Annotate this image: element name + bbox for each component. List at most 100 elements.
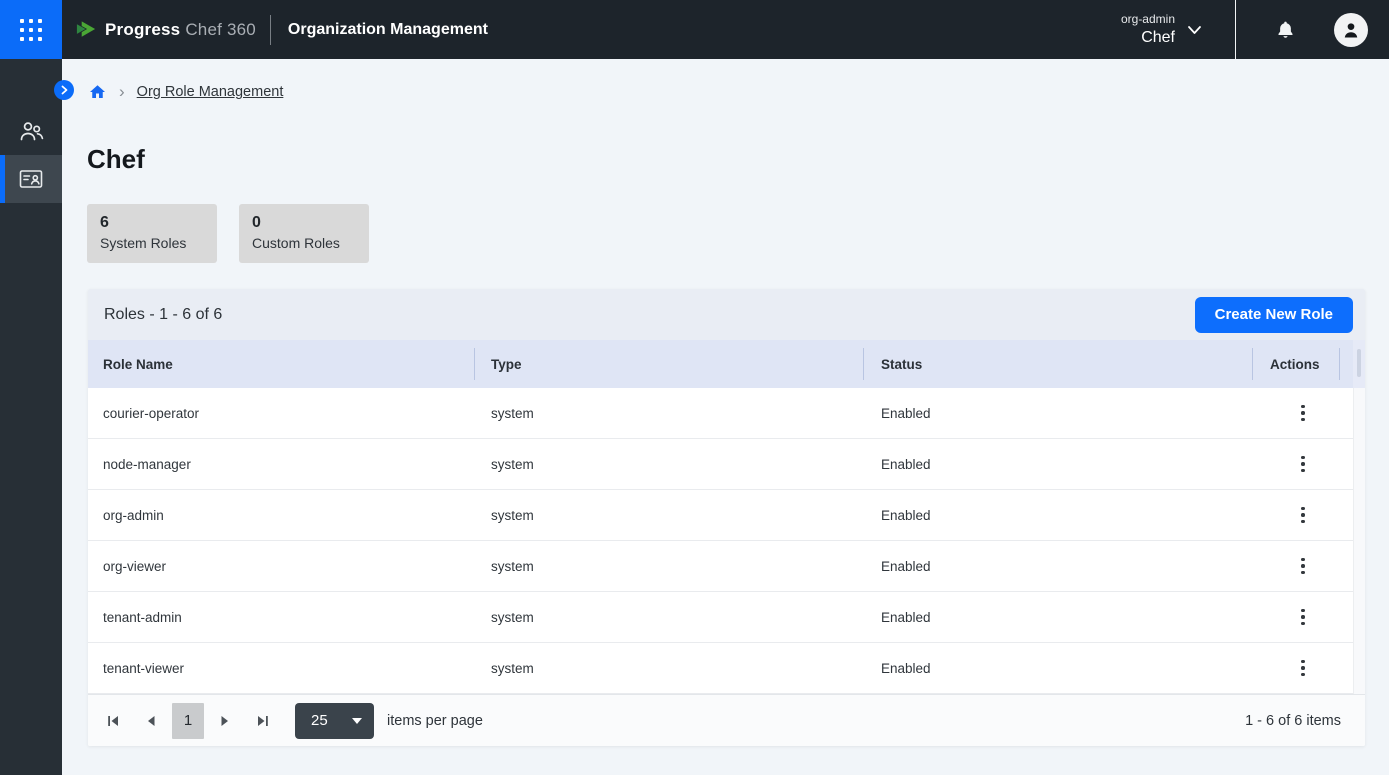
- dropdown-caret-icon: [352, 718, 362, 724]
- role-name-cell: node-manager: [88, 439, 475, 489]
- role-status-cell: Enabled: [864, 592, 1253, 642]
- row-actions-kebab-button[interactable]: [1289, 501, 1317, 529]
- app-launcher-button[interactable]: [0, 0, 62, 59]
- next-page-button[interactable]: [213, 709, 237, 733]
- last-page-button[interactable]: [251, 709, 275, 733]
- user-avatar-button[interactable]: [1334, 13, 1368, 47]
- custom-roles-label: Custom Roles: [252, 233, 356, 253]
- role-type-cell: system: [475, 541, 864, 591]
- page-title: Chef: [87, 144, 145, 175]
- org-switcher[interactable]: org-admin Chef: [1121, 11, 1202, 49]
- create-new-role-button[interactable]: Create New Role: [1195, 297, 1353, 333]
- brand-secondary: Chef 360: [185, 20, 256, 40]
- column-header-role-name: Role Name: [88, 340, 475, 388]
- roles-table-card: Roles - 1 - 6 of 6 Create New Role Role …: [88, 289, 1365, 746]
- row-actions-kebab-button[interactable]: [1289, 654, 1317, 682]
- chevron-right-icon: [60, 85, 69, 95]
- breadcrumb: › Org Role Management: [88, 83, 283, 101]
- user-avatar-icon: [1341, 20, 1361, 40]
- notifications-button[interactable]: [1273, 18, 1297, 42]
- column-header-type: Type: [475, 340, 864, 388]
- kebab-icon: [1301, 660, 1305, 664]
- app-title: Organization Management: [288, 21, 488, 39]
- previous-page-icon: [144, 714, 158, 728]
- table-row: tenant-viewer system Enabled: [88, 643, 1353, 694]
- role-status-cell: Enabled: [864, 439, 1253, 489]
- role-type-cell: system: [475, 490, 864, 540]
- users-icon: [18, 119, 45, 143]
- items-per-page-label: items per page: [387, 713, 483, 729]
- progress-logo-icon: [75, 18, 98, 42]
- home-icon[interactable]: [88, 83, 107, 101]
- system-roles-label: System Roles: [100, 233, 204, 253]
- page-size-dropdown[interactable]: 25: [295, 703, 374, 739]
- table-body: courier-operator system Enabled node-man…: [88, 388, 1353, 694]
- role-type-cell: system: [475, 643, 864, 693]
- page-number-button[interactable]: 1: [172, 703, 204, 739]
- table-row: courier-operator system Enabled: [88, 388, 1353, 439]
- kebab-icon: [1301, 456, 1305, 460]
- pagination-bar: 1 25 items per page 1 - 6 of 6 items: [88, 694, 1365, 746]
- top-bar: Progress Chef 360 Organization Managemen…: [0, 0, 1389, 59]
- role-type-cell: system: [475, 592, 864, 642]
- custom-roles-card: 0 Custom Roles: [239, 204, 369, 263]
- next-page-icon: [218, 714, 232, 728]
- sidebar-item-users[interactable]: [0, 107, 62, 155]
- role-type-cell: system: [475, 388, 864, 438]
- role-status-cell: Enabled: [864, 643, 1253, 693]
- system-roles-card: 6 System Roles: [87, 204, 217, 263]
- row-actions-kebab-button[interactable]: [1289, 450, 1317, 478]
- role-status-cell: Enabled: [864, 388, 1253, 438]
- table-title-bar: Roles - 1 - 6 of 6 Create New Role: [88, 289, 1365, 340]
- topbar-divider-2: [1235, 0, 1236, 59]
- table-row: tenant-admin system Enabled: [88, 592, 1353, 643]
- bell-icon: [1274, 18, 1297, 42]
- row-actions-kebab-button[interactable]: [1289, 552, 1317, 580]
- table-title: Roles - 1 - 6 of 6: [104, 306, 222, 324]
- previous-page-button[interactable]: [139, 709, 163, 733]
- brand-logo: Progress Chef 360: [75, 18, 256, 42]
- role-name-cell: org-viewer: [88, 541, 475, 591]
- org-name-label: Chef: [1141, 27, 1175, 49]
- column-header-actions: Actions: [1253, 340, 1340, 388]
- table-row: org-admin system Enabled: [88, 490, 1353, 541]
- app-root: { "header": { "brand_primary": "Progress…: [0, 0, 1389, 775]
- scrollbar-thumb[interactable]: [1357, 349, 1361, 377]
- table-scrollbar[interactable]: [1353, 340, 1365, 694]
- kebab-icon: [1301, 507, 1305, 511]
- table-row: org-viewer system Enabled: [88, 541, 1353, 592]
- role-status-cell: Enabled: [864, 541, 1253, 591]
- sidebar-item-roles[interactable]: [0, 155, 62, 203]
- stats-row: 6 System Roles 0 Custom Roles: [87, 204, 369, 263]
- sidebar-expand-button[interactable]: [54, 80, 74, 100]
- sidebar: [0, 59, 62, 775]
- role-status-cell: Enabled: [864, 490, 1253, 540]
- row-actions-kebab-button[interactable]: [1289, 603, 1317, 631]
- first-page-button[interactable]: [101, 709, 125, 733]
- brand-primary: Progress: [105, 20, 180, 40]
- row-actions-kebab-button[interactable]: [1289, 399, 1317, 427]
- page-size-value: 25: [311, 712, 352, 729]
- table-row: node-manager system Enabled: [88, 439, 1353, 490]
- breadcrumb-link[interactable]: Org Role Management: [137, 84, 284, 100]
- waffle-icon: [20, 19, 42, 41]
- topbar-divider: [270, 15, 271, 45]
- kebab-icon: [1301, 405, 1305, 409]
- main-content: › Org Role Management Chef 6 System Role…: [62, 59, 1389, 775]
- role-badge-icon: [18, 167, 44, 191]
- kebab-icon: [1301, 609, 1305, 613]
- first-page-icon: [106, 714, 120, 728]
- breadcrumb-separator-icon: ›: [119, 83, 125, 101]
- role-name-cell: org-admin: [88, 490, 475, 540]
- custom-roles-count: 0: [252, 213, 356, 233]
- last-page-icon: [256, 714, 270, 728]
- table-header-row: Role Name Type Status Actions: [88, 340, 1353, 388]
- column-header-status: Status: [864, 340, 1253, 388]
- kebab-icon: [1301, 558, 1305, 562]
- role-name-cell: courier-operator: [88, 388, 475, 438]
- role-name-cell: tenant-admin: [88, 592, 475, 642]
- system-roles-count: 6: [100, 213, 204, 233]
- role-type-cell: system: [475, 439, 864, 489]
- user-role-label: org-admin: [1121, 11, 1175, 27]
- chevron-down-icon: [1187, 25, 1202, 35]
